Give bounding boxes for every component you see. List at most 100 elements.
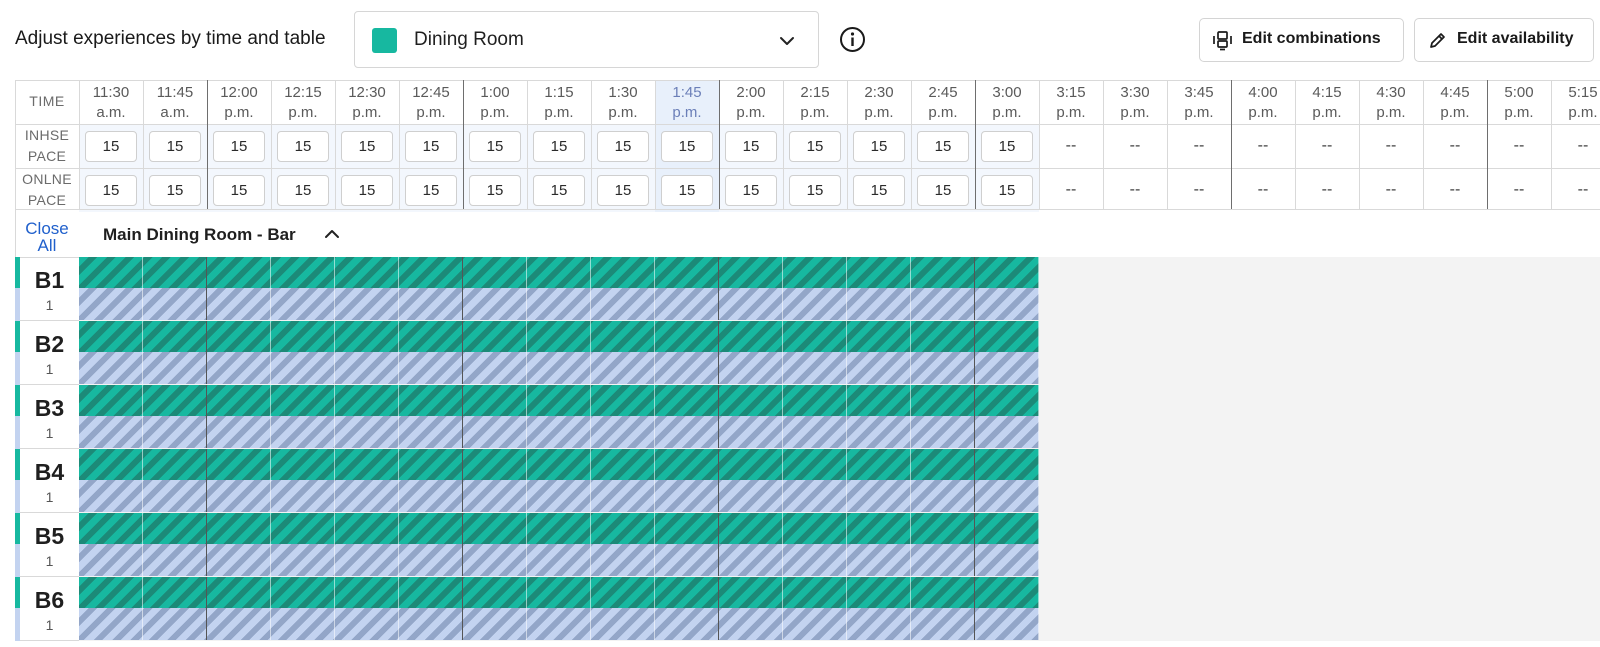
online-availability-bar[interactable] (79, 352, 1039, 384)
inhouse-pace-input[interactable]: 15 (853, 131, 905, 162)
online-pace-input[interactable]: 15 (469, 175, 521, 206)
edit-availability-label: Edit availability (1457, 30, 1574, 47)
edit-combinations-button[interactable]: Edit combinations (1199, 18, 1404, 62)
slot-divider (526, 577, 527, 640)
online-availability-bar[interactable] (79, 480, 1039, 512)
slot-divider (526, 385, 527, 448)
inhouse-pace-input[interactable]: 15 (789, 131, 841, 162)
inhouse-pace-input[interactable]: 15 (981, 131, 1033, 162)
inhouse-pace-input[interactable]: 15 (341, 131, 393, 162)
online-pace-input[interactable]: 15 (789, 175, 841, 206)
slot-divider (974, 577, 975, 640)
online-availability-bar[interactable] (79, 288, 1039, 320)
slot-divider (142, 321, 143, 384)
online-pace-input[interactable]: 15 (277, 175, 329, 206)
slot-divider (974, 257, 975, 320)
time-header-445: 4:45 p.m. (1423, 80, 1487, 124)
slot-divider (846, 257, 847, 320)
online-pace-input[interactable]: 15 (981, 175, 1033, 206)
time-header-time: 2:00 (736, 84, 766, 101)
table-timeline (79, 577, 1600, 641)
info-icon[interactable] (839, 26, 866, 53)
time-header-period: p.m. (352, 104, 382, 121)
time-header-time: 3:45 (1184, 84, 1214, 101)
online-availability-bar[interactable] (79, 608, 1039, 640)
table-label-b1[interactable]: B1 1 (15, 257, 79, 321)
inhouse-pace-input[interactable]: 15 (533, 131, 585, 162)
slot-divider (782, 385, 783, 448)
online-availability-bar[interactable] (79, 416, 1039, 448)
inhouse-pace-input[interactable]: 15 (405, 131, 457, 162)
slot-divider (462, 513, 463, 576)
slot-divider (334, 577, 335, 640)
slot-divider (846, 321, 847, 384)
online-pace-input[interactable]: 15 (917, 175, 969, 206)
slot-divider (590, 449, 591, 512)
availability-grid: TIME INHSE PACE ONLNE PACE 11:30 a.m. 11:4… (15, 80, 1600, 647)
slot-divider (910, 449, 911, 512)
table-timeline (79, 385, 1600, 449)
inhouse-pace-input[interactable]: 15 (661, 131, 713, 162)
online-pace-input[interactable]: 15 (853, 175, 905, 206)
slot-divider (1038, 321, 1039, 384)
inhouse-pace-input[interactable]: 15 (85, 131, 137, 162)
slot-divider (910, 513, 911, 576)
slot-divider (462, 321, 463, 384)
time-header-330: 3:30 p.m. (1103, 80, 1167, 124)
inhouse-pace-input[interactable]: 15 (213, 131, 265, 162)
time-header-period: p.m. (544, 104, 574, 121)
slot-divider (910, 385, 911, 448)
table-label-b6[interactable]: B6 1 (15, 577, 79, 641)
table-label-b5[interactable]: B5 1 (15, 513, 79, 577)
online-pace-input[interactable]: 15 (533, 175, 585, 206)
inhouse-availability-bar[interactable] (79, 385, 1039, 416)
close-all-link[interactable]: Close All (15, 220, 79, 254)
time-header-time: 4:15 (1312, 84, 1342, 101)
online-availability-bar[interactable] (79, 544, 1039, 576)
time-header-period: p.m. (416, 104, 446, 121)
online-pace-input[interactable]: 15 (725, 175, 777, 206)
table-label-b3[interactable]: B3 1 (15, 385, 79, 449)
slot-divider (1038, 513, 1039, 576)
time-header-1245: 12:45 p.m. (399, 80, 463, 124)
slot-divider (334, 513, 335, 576)
online-pace-input[interactable]: 15 (149, 175, 201, 206)
inhouse-pace-input[interactable]: 15 (725, 131, 777, 162)
room-select[interactable]: Dining Room (354, 11, 819, 68)
inhouse-pace-input[interactable]: 15 (597, 131, 649, 162)
section-header-main-dining-room-bar[interactable]: Main Dining Room - Bar (79, 209, 1600, 257)
online-pace-input[interactable]: 15 (85, 175, 137, 206)
table-timeline (79, 257, 1600, 321)
online-pace-input[interactable]: 15 (597, 175, 649, 206)
slot-divider (654, 385, 655, 448)
online-pace-input[interactable]: 15 (661, 175, 713, 206)
inhouse-pace-input[interactable]: 15 (277, 131, 329, 162)
section-title: Main Dining Room - Bar (103, 225, 296, 244)
time-header-300: 3:00 p.m. (975, 80, 1039, 124)
time-header-315: 3:15 p.m. (1039, 80, 1103, 124)
inhouse-availability-bar[interactable] (79, 321, 1039, 352)
online-pace-input[interactable]: 15 (405, 175, 457, 206)
time-header-period: p.m. (992, 104, 1022, 121)
edit-availability-button[interactable]: Edit availability (1414, 18, 1594, 62)
inhouse-availability-bar[interactable] (79, 257, 1039, 288)
slot-divider (718, 321, 719, 384)
online-pace-input[interactable]: 15 (213, 175, 265, 206)
inhouse-pace-input[interactable]: 15 (469, 131, 521, 162)
slot-divider (398, 449, 399, 512)
inhouse-pace-empty: -- (1321, 137, 1333, 154)
inhouse-availability-bar[interactable] (79, 513, 1039, 544)
inhouse-pace-input[interactable]: 15 (149, 131, 201, 162)
table-label-b2[interactable]: B2 1 (15, 321, 79, 385)
table-label-b4[interactable]: B4 1 (15, 449, 79, 513)
online-pace-input[interactable]: 15 (341, 175, 393, 206)
slot-divider (1038, 385, 1039, 448)
time-header-period: p.m. (288, 104, 318, 121)
time-header-period: p.m. (1504, 104, 1534, 121)
inhouse-availability-bar[interactable] (79, 449, 1039, 480)
inhouse-pace-input[interactable]: 15 (917, 131, 969, 162)
inhouse-availability-bar[interactable] (79, 577, 1039, 608)
table-name: B2 (34, 331, 65, 357)
slot-divider (334, 321, 335, 384)
online-pace-empty: -- (1129, 181, 1141, 198)
